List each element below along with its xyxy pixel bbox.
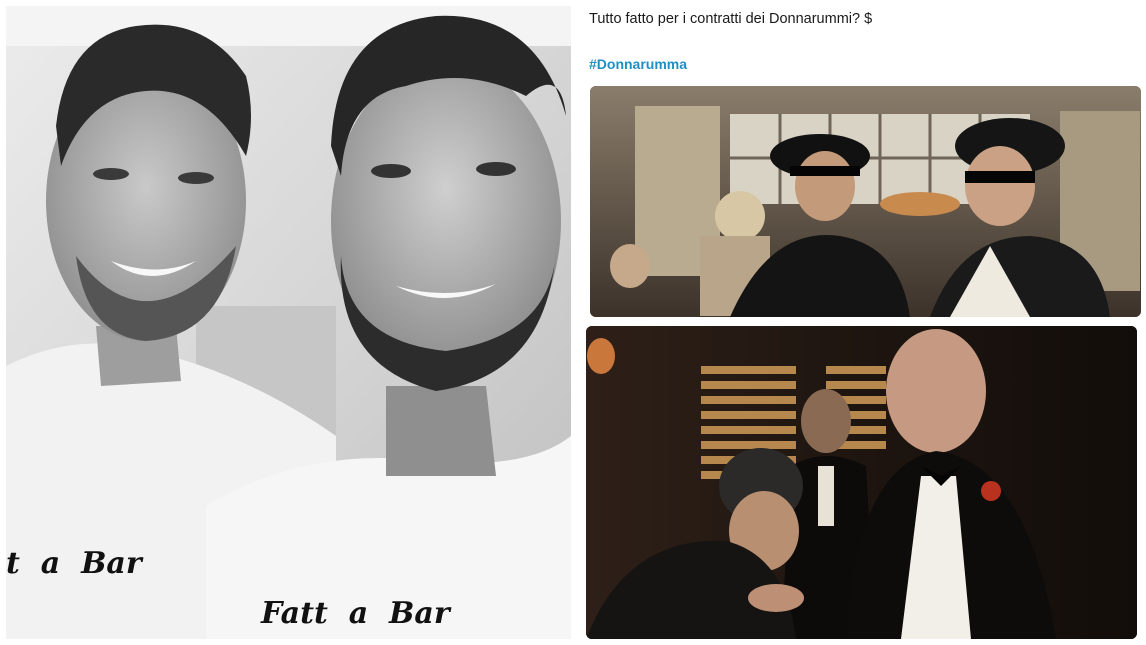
- post-image-diner[interactable]: [590, 86, 1141, 317]
- hashtag-link[interactable]: #Donnarumma: [589, 56, 687, 72]
- right-shirt-print: Fatt a Bar: [261, 596, 450, 631]
- post-text: Tutto fatto per i contratti dei Donnarum…: [589, 11, 873, 27]
- left-shirt-print: t a Bar: [6, 546, 142, 581]
- post-image-godfather[interactable]: [586, 326, 1137, 639]
- social-post: Tutto fatto per i contratti dei Donnarum…: [575, 0, 1146, 645]
- selfie-photo: t a Bar Fatt a Bar: [6, 6, 571, 639]
